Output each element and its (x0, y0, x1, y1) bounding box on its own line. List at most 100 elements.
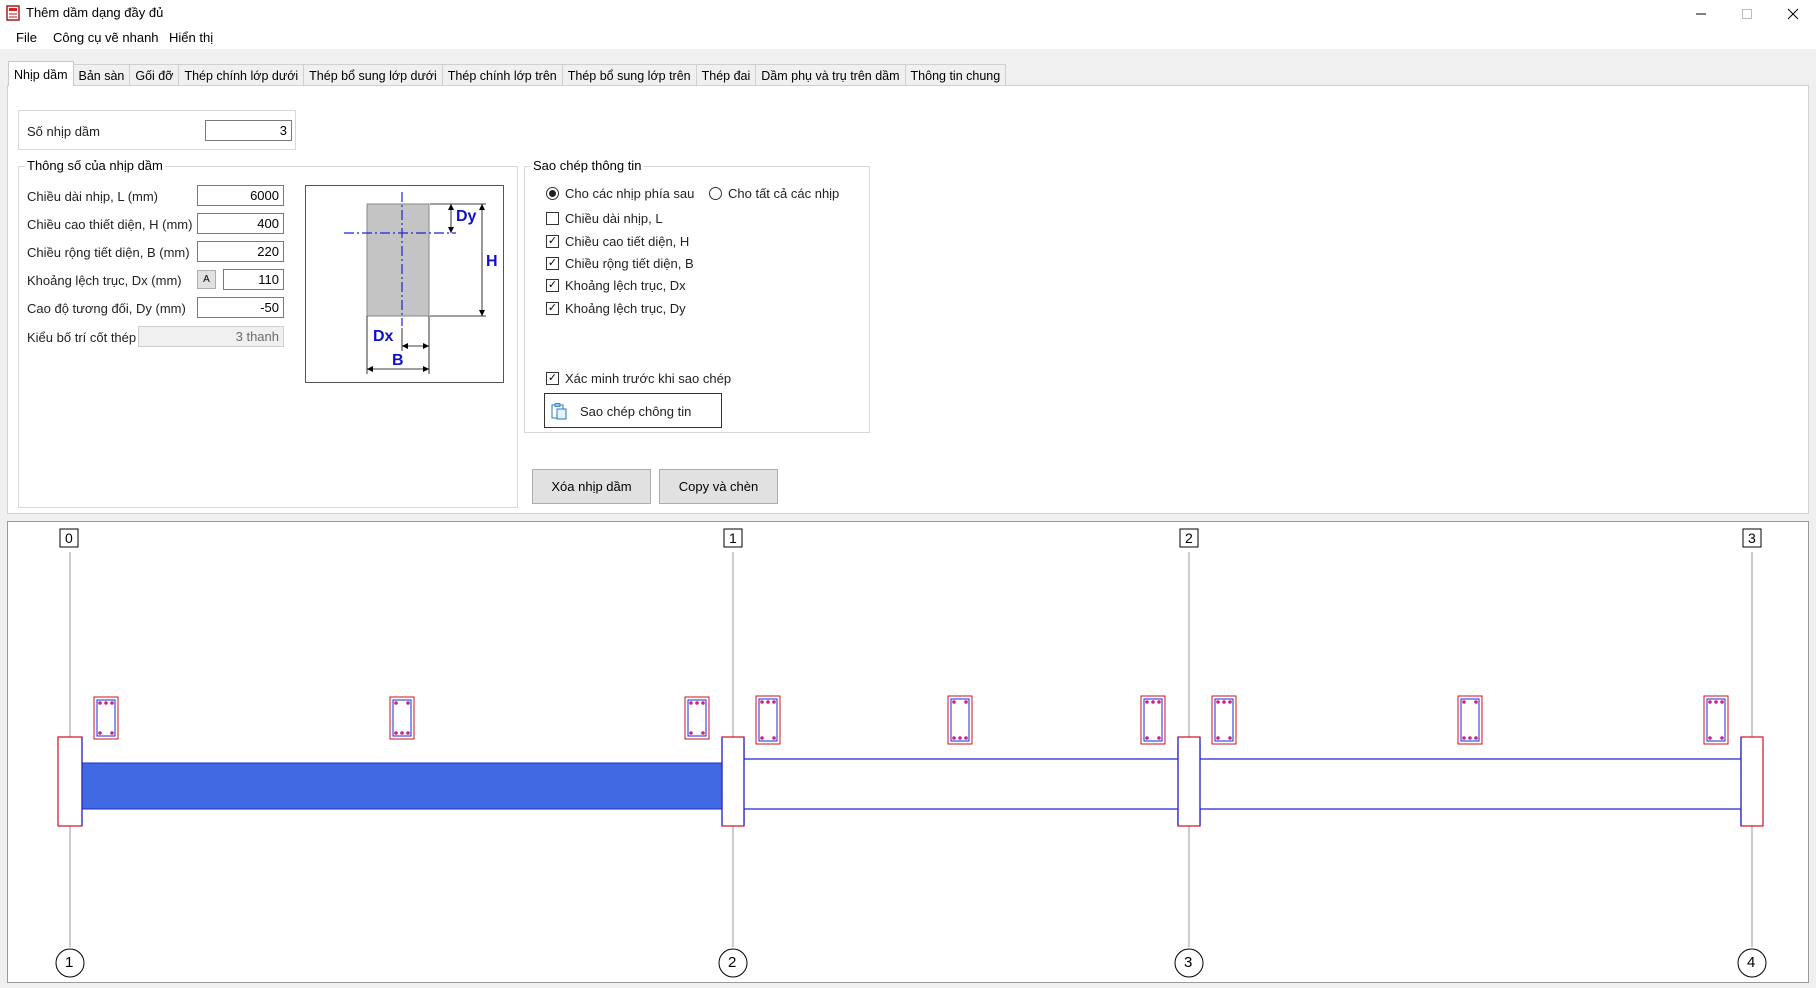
height-label: Chiều cao thiết diện, H (mm) (27, 217, 193, 232)
tab-extra-top-rebar[interactable]: Thép bổ sung lớp trên (561, 64, 697, 86)
tab-panel: Số nhịp dầm 3 Thông số của nhịp dầm Chiề… (7, 85, 1809, 514)
beam-drawing-panel[interactable]: 0 1 2 3 1 2 3 4 (7, 521, 1809, 983)
section-1-1 (93, 696, 119, 740)
axis-bubble-label-2: 2 (728, 954, 737, 971)
check-confirm-label: Xác minh trước khi sao chép (565, 371, 732, 386)
delete-span-button[interactable]: Xóa nhịp dầm (532, 469, 651, 504)
dy-input[interactable]: -50 (197, 297, 284, 318)
width-label: Chiều rộng tiết diện, B (mm) (27, 245, 190, 260)
window-title: Thêm dầm dạng đầy đủ (26, 5, 164, 20)
section-2-1 (755, 695, 781, 745)
copy-info-group: Sao chép thông tin Cho các nhịp phía sau… (524, 158, 870, 433)
clipboard-icon (551, 403, 567, 420)
radio-following-spans-label: Cho các nhịp phía sau (565, 186, 695, 201)
dy-dim-label: Dy (456, 208, 477, 225)
section-3-2 (1457, 695, 1483, 745)
check-length-label: Chiều dài nhịp, L (565, 211, 663, 226)
section-2-3 (1140, 695, 1166, 745)
app-icon (6, 5, 20, 21)
beam-span-3-bottom (1199, 808, 1742, 825)
support-3 (1177, 736, 1201, 827)
maximize-icon (1742, 8, 1752, 19)
layout-label: Kiểu bố trí cốt thép (27, 330, 137, 345)
tab-general-info[interactable]: Thông tin chung (904, 64, 1007, 86)
tab-strip: Nhịp dầm Bản sàn Gối đỡ Thép chính lớp d… (8, 61, 1007, 86)
radio-all-spans-label: Cho tất cả các nhịp (728, 186, 840, 201)
axis-top-label-3: 3 (1748, 530, 1756, 546)
check-dy-label: Khoảng lệch trục, Dy (565, 301, 686, 316)
span-count-label: Số nhịp dầm (27, 124, 100, 139)
tab-extra-bottom-rebar[interactable]: Thép bổ sung lớp dưới (303, 64, 443, 86)
section-2-2 (947, 695, 973, 745)
menu-file[interactable]: File (16, 30, 37, 45)
section-3-3 (1703, 695, 1729, 745)
menu-bar: File Công cụ vẽ nhanh Hiển thị (0, 27, 1816, 49)
section-3-1 (1211, 695, 1237, 745)
close-button[interactable] (1770, 0, 1816, 27)
copy-info-button-label: Sao chép chông tin (580, 404, 692, 419)
maximize-button[interactable] (1724, 0, 1770, 27)
axis-bubble-label-3: 3 (1184, 954, 1193, 971)
beam-span-2-top (743, 745, 1179, 760)
dx-input[interactable]: 110 (223, 269, 284, 290)
width-input[interactable]: 220 (197, 241, 284, 262)
check-dx[interactable]: ✓ (546, 279, 559, 292)
support-2 (721, 736, 745, 827)
check-height-label: Chiều cao tiết diện, H (565, 234, 690, 249)
minimize-icon (1696, 13, 1706, 14)
layout-input: 3 thanh (138, 326, 284, 347)
span-count-group: Số nhịp dầm 3 (18, 110, 296, 150)
menu-view[interactable]: Hiển thị (169, 30, 213, 45)
check-dx-label: Khoảng lệch trục, Dx (565, 278, 686, 293)
axis-bubble-label-4: 4 (1747, 954, 1756, 971)
close-icon (1787, 8, 1799, 19)
radio-all-spans[interactable] (709, 187, 722, 200)
length-label: Chiều dài nhịp, L (mm) (27, 189, 159, 204)
check-dy[interactable]: ✓ (546, 302, 559, 315)
copy-insert-button[interactable]: Copy và chèn (659, 469, 778, 504)
height-input[interactable]: 400 (197, 213, 284, 234)
b-dim-label: B (392, 352, 404, 369)
length-input[interactable]: 6000 (197, 185, 284, 206)
check-height[interactable]: ✓ (546, 235, 559, 248)
copy-info-legend: Sao chép thông tin (531, 158, 644, 173)
radio-following-spans[interactable] (546, 187, 559, 200)
axis-bubble-label-1: 1 (65, 954, 74, 971)
dx-auto-button[interactable]: A (197, 270, 216, 289)
tab-slab[interactable]: Bản sàn (72, 64, 131, 86)
beam-span-2-bottom (743, 808, 1179, 825)
axis-top-label-0: 0 (65, 530, 73, 546)
section-1-2 (389, 696, 415, 740)
span-params-group: Thông số của nhịp dầm Chiều dài nhịp, L … (18, 158, 518, 508)
tab-stirrup[interactable]: Thép đai (695, 64, 757, 86)
span-params-legend: Thông số của nhịp dầm (25, 158, 165, 173)
tab-main-bottom-rebar[interactable]: Thép chính lớp dưới (178, 64, 305, 86)
grid-axis-lines (69, 552, 1753, 947)
axis-top-label-2: 2 (1185, 530, 1193, 546)
axis-top-label-1: 1 (729, 530, 737, 546)
section-1-3 (684, 696, 710, 740)
support-4 (1740, 736, 1764, 827)
tab-secondary-beam[interactable]: Dầm phụ và trụ trên dầm (755, 64, 906, 86)
tab-main-top-rebar[interactable]: Thép chính lớp trên (441, 64, 563, 86)
beam-span-3-top (1199, 745, 1742, 760)
title-bar: Thêm dầm dạng đầy đủ (0, 0, 1816, 27)
beam-drawing-svg (55, 528, 1767, 978)
tab-span[interactable]: Nhịp dầm (8, 61, 74, 86)
dx-label: Khoảng lệch trục, Dx (mm) (27, 273, 182, 288)
dy-label: Cao độ tương đối, Dy (mm) (27, 301, 186, 316)
check-width[interactable]: ✓ (546, 257, 559, 270)
check-confirm[interactable]: ✓ (546, 372, 559, 385)
dx-dim-label: Dx (373, 328, 394, 345)
section-diagram: Dy H Dx B (305, 185, 504, 383)
menu-quick-draw[interactable]: Công cụ vẽ nhanh (53, 30, 159, 45)
copy-info-button[interactable]: Sao chép chông tin (544, 393, 722, 428)
span-count-input[interactable]: 3 (205, 120, 292, 141)
beam-span-1 (81, 762, 723, 810)
check-length[interactable] (546, 212, 559, 225)
support-1 (57, 736, 83, 827)
check-width-label: Chiều rộng tiết diện, B (565, 256, 694, 271)
cross-sections (93, 695, 1729, 745)
minimize-button[interactable] (1678, 0, 1724, 27)
tab-support[interactable]: Gối đỡ (129, 64, 180, 86)
